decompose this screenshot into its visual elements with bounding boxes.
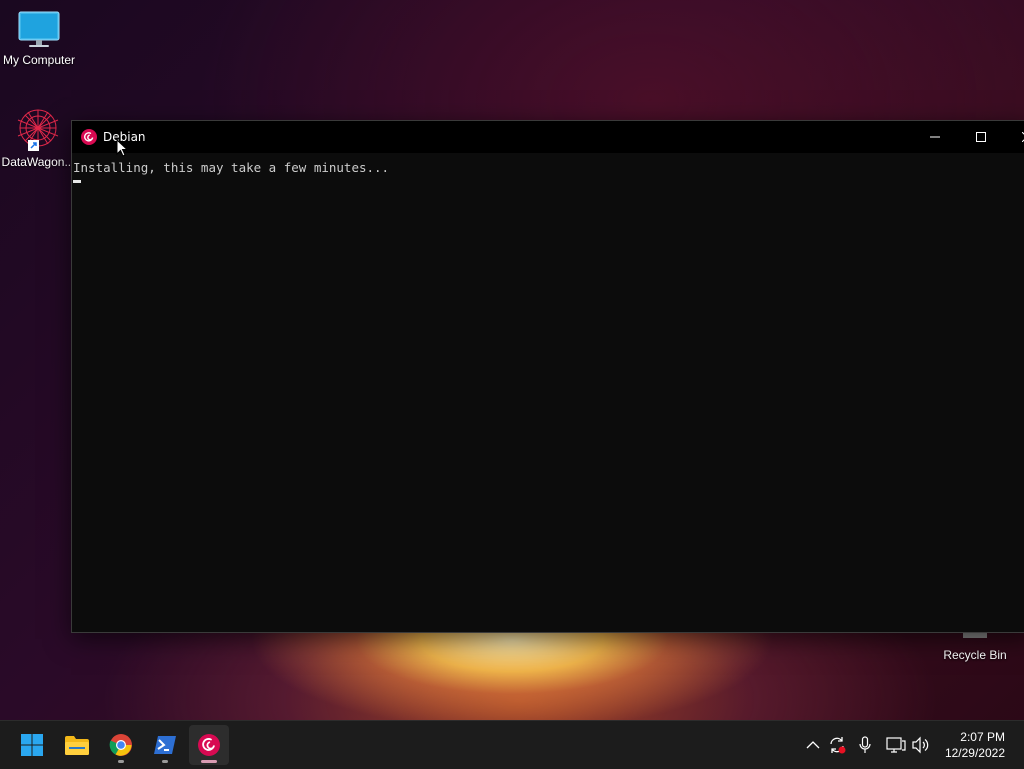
desktop-icon-my-computer[interactable]: My Computer xyxy=(1,10,77,67)
powershell-icon xyxy=(154,736,176,754)
start-button[interactable] xyxy=(12,725,52,765)
datawagon-icon xyxy=(17,109,59,151)
desktop-icon-label: DataWagon... xyxy=(1,155,75,169)
taskbar: 2:07 PM 12/29/2022 xyxy=(0,720,1024,769)
network-button[interactable] xyxy=(886,735,906,755)
minimize-button[interactable] xyxy=(912,121,958,153)
taskbar-chrome[interactable] xyxy=(101,725,141,765)
folder-icon xyxy=(65,736,89,755)
clock-time: 2:07 PM xyxy=(960,730,1005,744)
desktop-icon-label: My Computer xyxy=(2,53,76,67)
clock-date: 12/29/2022 xyxy=(944,746,1005,760)
sync-status-button[interactable] xyxy=(827,735,847,755)
mouse-pointer-icon xyxy=(116,139,128,157)
microphone-button[interactable] xyxy=(855,735,875,755)
chrome-icon xyxy=(109,734,132,756)
sync-icon xyxy=(830,737,846,754)
computer-icon xyxy=(18,11,60,47)
volume-button[interactable] xyxy=(911,735,931,755)
window-titlebar[interactable]: Debian xyxy=(72,121,1024,153)
clock[interactable]: 2:07 PM 12/29/2022 xyxy=(945,729,1005,761)
recycle-bin-label: Recycle Bin xyxy=(943,648,1007,662)
debian-console-window[interactable]: Debian Installing, this may take a few m… xyxy=(71,120,1024,633)
windows-logo-icon xyxy=(21,734,43,756)
taskbar-file-explorer[interactable] xyxy=(57,725,97,765)
running-indicator xyxy=(201,760,217,763)
microphone-icon xyxy=(859,736,871,753)
minimize-icon xyxy=(930,136,940,138)
volume-icon xyxy=(912,736,929,754)
console-line: Installing, this may take a few minutes.… xyxy=(73,160,390,175)
taskbar-debian[interactable] xyxy=(189,725,229,765)
running-indicator xyxy=(162,760,168,763)
taskbar-powershell[interactable] xyxy=(145,725,185,765)
maximize-button[interactable] xyxy=(958,121,1004,153)
chevron-up-icon xyxy=(806,741,820,749)
network-icon xyxy=(886,737,906,753)
show-hidden-icons-button[interactable] xyxy=(803,735,823,755)
maximize-icon xyxy=(976,132,986,142)
console-cursor xyxy=(73,180,81,183)
desktop-icon-recycle-bin[interactable]: Recycle Bin xyxy=(940,628,1010,662)
desktop-icon-datawagon[interactable]: DataWagon... xyxy=(0,106,76,169)
running-indicator xyxy=(118,760,124,763)
debian-icon xyxy=(81,129,97,145)
close-button[interactable] xyxy=(1004,121,1024,153)
debian-icon xyxy=(198,734,220,756)
console-output[interactable]: Installing, this may take a few minutes.… xyxy=(72,153,1024,632)
